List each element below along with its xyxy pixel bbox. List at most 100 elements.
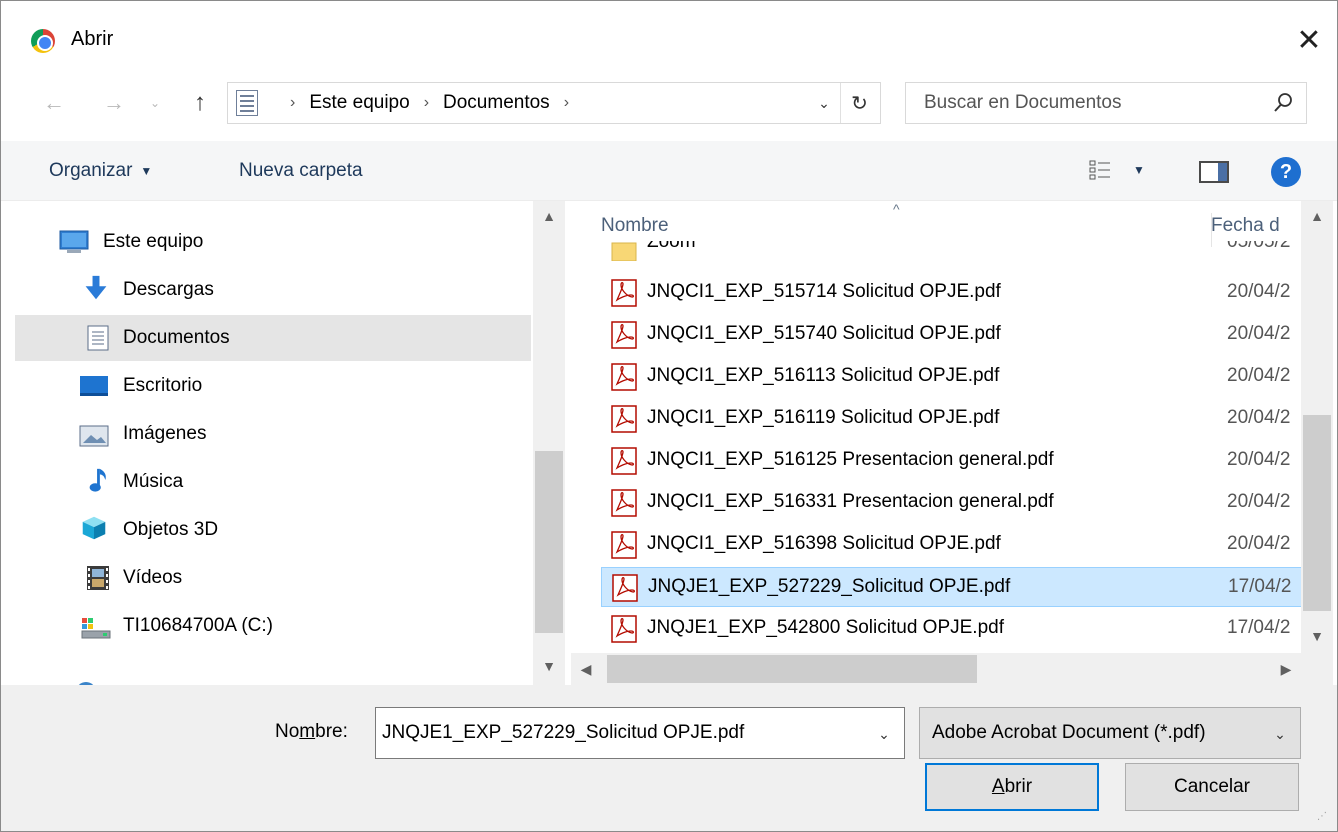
pdf-file-icon — [611, 531, 637, 559]
file-list: ^ Nombre Fecha d Zoom 05/05/2 JNQCI1_EXP… — [571, 201, 1301, 653]
file-date: 20/04/2 — [1227, 365, 1291, 386]
sidebar-item-videos[interactable]: Vídeos — [15, 555, 531, 601]
file-date: 20/04/2 — [1227, 533, 1291, 554]
breadcrumb-documentos[interactable]: Documentos — [443, 92, 550, 114]
scroll-up-arrow-icon[interactable]: ▲ — [1301, 201, 1333, 231]
chevron-down-icon[interactable]: ⌄ — [870, 720, 898, 748]
breadcrumb-separator[interactable]: › — [424, 94, 429, 112]
help-icon[interactable]: ? — [1271, 157, 1301, 187]
list-item-file[interactable]: JNQJE1_EXP_527229_Solicitud OPJE.pdf 17/0… — [601, 567, 1301, 607]
list-item-file[interactable]: JNQCI1_EXP_516331 Presentacion general.p… — [601, 483, 1301, 523]
pictures-icon — [79, 425, 109, 447]
sidebar-item-objetos-3d[interactable]: Objetos 3D — [15, 507, 531, 553]
file-list-horizontal-scrollbar[interactable]: ◀ ▶ — [571, 653, 1301, 685]
navigation-bar: ← → ⌄ ↑ › Este equipo › Documentos › ⌄ ↻ — [1, 79, 1337, 131]
file-date: 20/04/2 — [1227, 323, 1291, 344]
file-name: JNQCI1_EXP_516113 Solicitud OPJE.pdf — [647, 365, 1000, 386]
navigation-pane: Este equipo Descargas Documentos Escrito… — [11, 201, 571, 685]
file-date: 20/04/2 — [1227, 491, 1291, 512]
sidebar-item-label: TI10684700A (C:) — [123, 615, 273, 636]
open-button[interactable]: Abrir — [925, 763, 1099, 811]
back-button[interactable]: ← — [37, 85, 71, 121]
documents-icon — [87, 325, 109, 351]
close-button[interactable]: ✕ — [1281, 15, 1337, 65]
desktop-icon — [80, 376, 108, 396]
breadcrumb-este-equipo[interactable]: Este equipo — [309, 92, 409, 114]
pdf-file-icon — [611, 321, 637, 349]
preview-pane-icon[interactable] — [1199, 161, 1229, 183]
file-name: JNQCI1_EXP_515714 Solicitud OPJE.pdf — [647, 281, 1001, 302]
search-icon[interactable] — [1272, 92, 1294, 114]
organize-button[interactable]: Organizar ▼ — [49, 141, 152, 201]
scroll-down-arrow-icon[interactable]: ▼ — [1301, 621, 1333, 651]
list-item-file[interactable]: JNQCI1_EXP_516113 Solicitud OPJE.pdf 20/0… — [601, 357, 1301, 397]
sidebar-item-network[interactable] — [15, 667, 531, 685]
pdf-file-icon — [611, 489, 637, 517]
file-type-select[interactable]: Adobe Acrobat Document (*.pdf) ⌄ — [919, 707, 1301, 759]
file-date: 17/04/2 — [1227, 617, 1291, 638]
breadcrumb-separator[interactable]: › — [564, 94, 569, 112]
pdf-file-icon — [611, 405, 637, 433]
scrollbar-corner — [1301, 653, 1333, 685]
resize-grip-icon[interactable]: ⋰ — [1317, 811, 1331, 825]
sidebar-item-escritorio[interactable]: Escritorio — [15, 363, 531, 409]
sidebar-item-descargas[interactable]: Descargas — [15, 267, 531, 313]
search-input[interactable] — [906, 83, 1256, 123]
refresh-button[interactable]: ↻ — [840, 83, 878, 123]
sidebar-item-label: Descargas — [123, 279, 214, 300]
sidebar-item-drive-c[interactable]: TI10684700A (C:) — [15, 603, 531, 649]
documents-icon — [236, 90, 258, 116]
scrollbar-thumb[interactable] — [1303, 415, 1331, 611]
up-button[interactable]: ↑ — [183, 85, 217, 121]
caret-down-icon: ▼ — [140, 164, 153, 178]
list-item-folder[interactable]: Zoom 05/05/2 — [607, 241, 1301, 267]
breadcrumb-separator[interactable]: › — [290, 94, 295, 112]
file-name: JNQCI1_EXP_516331 Presentacion general.p… — [647, 491, 1054, 512]
view-options-dropdown[interactable]: ▼ — [1133, 163, 1145, 177]
objects-3d-icon — [82, 516, 106, 540]
sidebar-item-label: Escritorio — [123, 375, 203, 396]
list-item-file[interactable]: JNQCI1_EXP_515714 Solicitud OPJE.pdf 20/0… — [601, 273, 1301, 313]
scroll-left-arrow-icon[interactable]: ◀ — [571, 653, 601, 685]
chevron-down-icon[interactable]: ⌄ — [1268, 720, 1292, 748]
view-details-icon[interactable] — [1089, 159, 1111, 181]
sidebar-item-label: Objetos 3D — [123, 519, 219, 540]
scroll-right-arrow-icon[interactable]: ▶ — [1271, 653, 1301, 685]
file-name: JNQCI1_EXP_516398 Solicitud OPJE.pdf — [647, 533, 1001, 554]
file-name: JNQJE1_EXP_542800 Solicitud OPJE.pdf — [647, 617, 1004, 638]
file-name-input[interactable] — [382, 710, 852, 756]
sidebar-item-label: Música — [123, 471, 184, 492]
address-dropdown-button[interactable]: ⌄ — [810, 83, 838, 123]
list-item-file[interactable]: JNQCI1_EXP_516119 Solicitud OPJE.pdf 20/0… — [601, 399, 1301, 439]
scrollbar-thumb[interactable] — [607, 655, 977, 683]
title-bar: Abrir ✕ — [1, 1, 1337, 79]
scrollbar-thumb[interactable] — [535, 451, 563, 633]
list-item-file[interactable]: JNQCI1_EXP_515740 Solicitud OPJE.pdf 20/0… — [601, 315, 1301, 355]
new-folder-button[interactable]: Nueva carpeta — [239, 141, 363, 201]
navigation-pane-scrollbar[interactable]: ▲ ▼ — [533, 201, 565, 685]
sidebar-item-este-equipo[interactable]: Este equipo — [15, 219, 531, 265]
sidebar-item-documentos[interactable]: Documentos — [15, 315, 531, 361]
sidebar-item-imagenes[interactable]: Imágenes — [15, 411, 531, 457]
sidebar-item-label: Vídeos — [123, 567, 183, 588]
scroll-up-arrow-icon[interactable]: ▲ — [533, 201, 565, 231]
list-item-file[interactable]: JNQJE1_EXP_542800 Solicitud OPJE.pdf 17/0… — [601, 609, 1301, 649]
list-item-file[interactable]: JNQCI1_EXP_516398 Solicitud OPJE.pdf 20/0… — [601, 525, 1301, 565]
recent-locations-button[interactable]: ⌄ — [143, 85, 167, 121]
file-name-area: Nombre: ⌄ Adobe Acrobat Document (*.pdf)… — [1, 685, 1337, 831]
sidebar-item-label: Imágenes — [123, 423, 207, 444]
scroll-down-arrow-icon[interactable]: ▼ — [533, 651, 565, 681]
computer-icon — [59, 230, 89, 253]
open-file-dialog: Abrir ✕ ← → ⌄ ↑ › Este equipo › Document… — [0, 0, 1338, 832]
address-bar[interactable]: › Este equipo › Documentos › ⌄ ↻ — [227, 82, 881, 124]
file-list-vertical-scrollbar[interactable]: ▲ ▼ — [1301, 201, 1333, 653]
file-name: JNQJE1_EXP_527229_Solicitud OPJE.pdf — [648, 576, 1011, 597]
folder-icon — [611, 242, 637, 261]
pdf-file-icon — [611, 279, 637, 307]
list-item-file[interactable]: JNQCI1_EXP_516125 Presentacion general.p… — [601, 441, 1301, 481]
file-date: 20/04/2 — [1227, 407, 1291, 428]
cancel-button[interactable]: Cancelar — [1125, 763, 1299, 811]
file-name-combobox[interactable]: ⌄ — [375, 707, 905, 759]
sidebar-item-musica[interactable]: Música — [15, 459, 531, 505]
forward-button[interactable]: → — [97, 85, 131, 121]
